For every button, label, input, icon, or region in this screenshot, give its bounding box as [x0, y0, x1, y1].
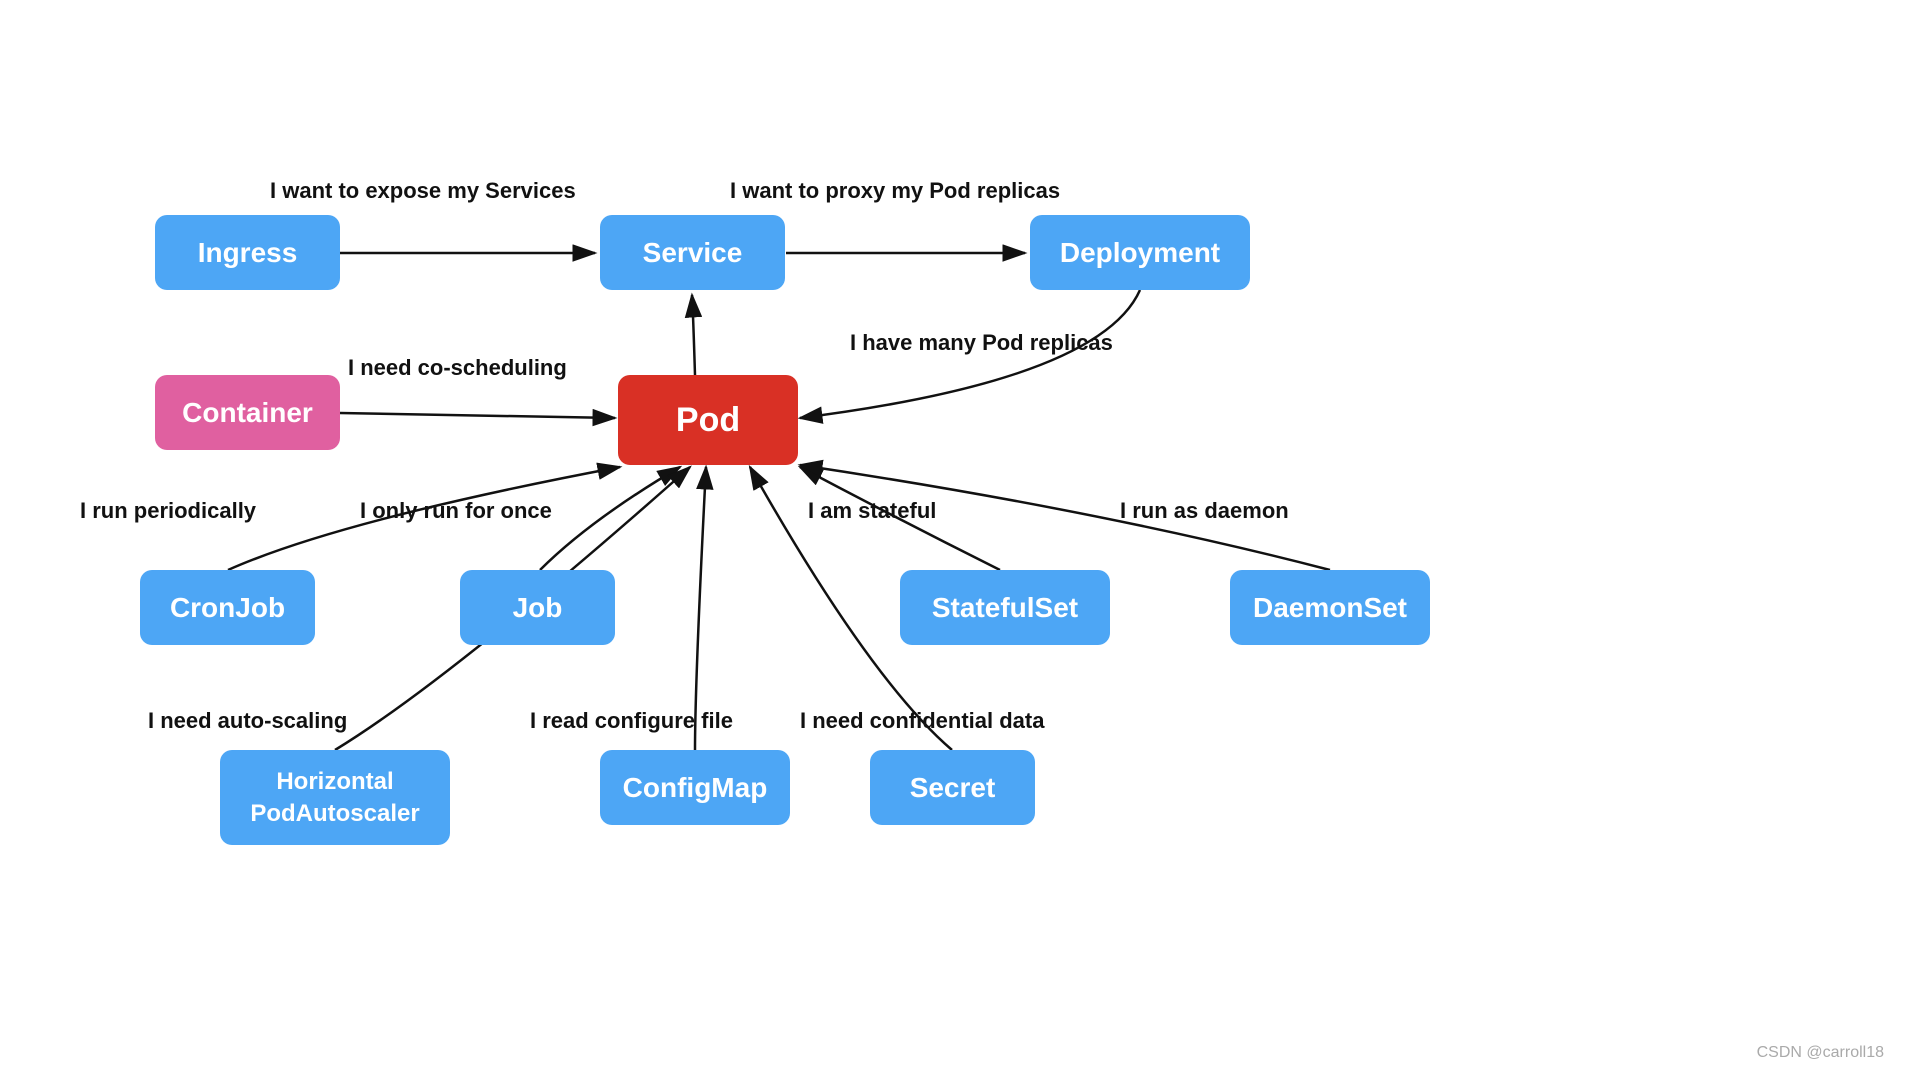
- diagram: Ingress Service Deployment Container Pod…: [0, 0, 1920, 1080]
- node-service: Service: [600, 215, 785, 290]
- label-auto-scaling: I need auto-scaling: [148, 708, 347, 734]
- label-confidential: I need confidential data: [800, 708, 1044, 734]
- node-ingress: Ingress: [155, 215, 340, 290]
- node-daemonset: DaemonSet: [1230, 570, 1430, 645]
- node-hpa: HorizontalPodAutoscaler: [220, 750, 450, 845]
- node-container: Container: [155, 375, 340, 450]
- label-run-once: I only run for once: [360, 498, 552, 524]
- label-run-daemon: I run as daemon: [1120, 498, 1289, 524]
- arrows-svg: [0, 0, 1920, 1080]
- label-configure-file: I read configure file: [530, 708, 733, 734]
- watermark: CSDN @carroll18: [1757, 1044, 1884, 1062]
- label-expose-services: I want to expose my Services: [270, 178, 576, 204]
- node-statefulset: StatefulSet: [900, 570, 1110, 645]
- node-cronjob: CronJob: [140, 570, 315, 645]
- label-run-periodically: I run periodically: [80, 498, 256, 524]
- label-many-replicas: I have many Pod replicas: [850, 330, 1113, 356]
- label-co-scheduling: I need co-scheduling: [348, 355, 567, 381]
- label-proxy-replicas: I want to proxy my Pod replicas: [730, 178, 1060, 204]
- node-configmap: ConfigMap: [600, 750, 790, 825]
- label-am-stateful: I am stateful: [808, 498, 936, 524]
- node-deployment: Deployment: [1030, 215, 1250, 290]
- node-secret: Secret: [870, 750, 1035, 825]
- node-pod: Pod: [618, 375, 798, 465]
- node-job: Job: [460, 570, 615, 645]
